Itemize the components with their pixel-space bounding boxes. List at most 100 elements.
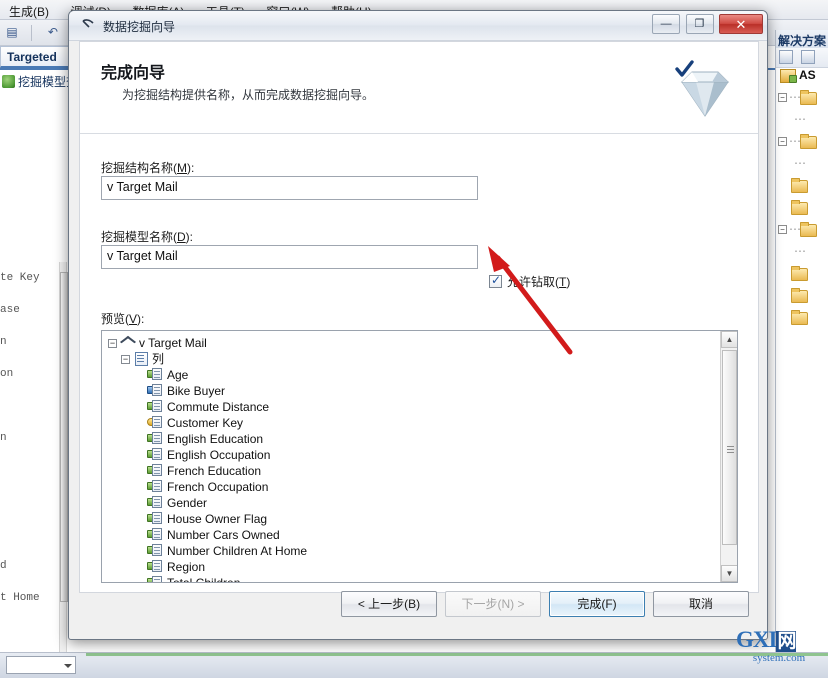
tree-row-column[interactable]: English Occupation [108,447,722,463]
tree-line: ⋯ [794,244,807,258]
tree-row-column[interactable]: Region [108,559,722,575]
bg-line-9: d [0,560,7,572]
tree-line: ⋯ [794,112,807,126]
expander-icon[interactable]: − [108,339,117,348]
preview-vertical-scrollbar[interactable]: ▲ ▼ [720,331,737,582]
column-label: Customer Key [167,416,244,430]
solution-tree-row[interactable] [776,178,828,200]
expander-icon[interactable]: − [121,355,130,364]
finish-button[interactable]: 完成(F) [549,591,645,617]
column-label: Gender [167,496,208,510]
tree-row-column[interactable]: French Occupation [108,479,722,495]
minimize-button[interactable]: — [652,14,681,34]
solution-tree-row[interactable]: − ⋯ [776,222,828,244]
tree-row-column[interactable]: Customer Key [108,415,722,431]
page-title: 完成向导 [101,65,166,82]
expander-icon[interactable]: − [778,93,787,102]
column-input-icon [147,576,162,582]
status-combo[interactable] [6,656,76,674]
solution-tree-row[interactable] [776,310,828,332]
column-input-icon [147,496,162,509]
model-name-label-prefix: 挖掘模型名称( [101,230,177,244]
tree-row-column[interactable]: Total Children [108,575,722,582]
cancel-button[interactable]: 取消 [653,591,749,617]
column-label: Number Cars Owned [167,528,280,542]
model-name-label-suffix: ): [185,230,194,244]
toolbar-separator [31,25,33,41]
drillthrough-checkbox[interactable]: 允许钻取(T) [489,273,570,290]
solution-tree-row[interactable]: ⋯ [776,244,828,266]
tree-root-label: v Target Mail [139,336,207,350]
window-controls[interactable]: — ❐ ✕ [651,14,763,35]
column-label: English Education [167,432,264,446]
preview-tree-panel[interactable]: − v Target Mail − 列 Age Bike Buyer Commute… [101,330,738,583]
tree-line: ⋯ [789,90,802,104]
tree-row-root[interactable]: − v Target Mail [108,335,722,351]
column-input-icon [147,560,162,573]
save-icon[interactable]: ▤ [4,24,20,40]
solution-explorer-panel[interactable]: 解决方案 AS − ⋯ ⋯ − ⋯ ⋯ − ⋯ ⋯ [775,30,828,652]
column-key-icon [147,416,162,429]
model-name-input[interactable]: v Target Mail [101,245,478,269]
watermark-line1: GXI网 [736,628,822,654]
solution-tree-row[interactable] [776,266,828,288]
tree-row-column[interactable]: Number Children At Home [108,543,722,559]
data-mining-wizard-dialog[interactable]: 数据挖掘向导 — ❐ ✕ 完成向导 为挖掘结构提供名称，从而完成数据挖掘向导。 … [68,10,768,640]
wizard-banner: 完成向导 为挖掘结构提供名称，从而完成数据挖掘向导。 [80,42,758,134]
bg-line-7 [0,486,66,518]
structure-name-input[interactable]: v Target Mail [101,176,478,200]
menu-item-0[interactable]: 生成(B) [0,0,58,19]
tree-row-column[interactable]: House Owner Flag [108,511,722,527]
expander-icon[interactable]: − [778,225,787,234]
preview-label: 预览(V): [101,310,144,327]
tree-row-column[interactable]: English Education [108,431,722,447]
column-label: English Occupation [167,448,271,462]
column-label: French Education [167,464,262,478]
column-label: Age [167,368,189,382]
project-icon [780,68,797,83]
undo-icon[interactable]: ↶ [45,24,61,40]
tree-row-column[interactable]: Number Cars Owned [108,527,722,543]
maximize-button[interactable]: ❐ [685,14,714,34]
solution-explorer-toolbar[interactable] [776,48,828,68]
dialog-title-bar[interactable]: 数据挖掘向导 — ❐ ✕ [69,11,767,41]
bg-line-0: te Key [0,272,40,284]
tree-row-column[interactable]: Bike Buyer [108,383,722,399]
watermark-g: G [736,627,754,652]
scroll-down-icon[interactable]: ▼ [721,565,737,582]
back-button[interactable]: < 上一步(B) [341,591,437,617]
dialog-footer: < 上一步(B) 下一步(N) > 完成(F) 取消 [69,591,769,639]
solution-tree-row[interactable] [776,200,828,222]
solution-root-row[interactable]: AS [776,68,828,90]
watermark-xi: XI [752,627,778,652]
designer-scrollbar-thumb[interactable] [60,272,68,602]
dialog-body: 完成向导 为挖掘结构提供名称，从而完成数据挖掘向导。 挖掘结构名称(M): v … [79,41,759,593]
column-label: House Owner Flag [167,512,268,526]
solution-tree-row[interactable]: − ⋯ [776,134,828,156]
solution-tree-row[interactable] [776,288,828,310]
expander-icon[interactable]: − [778,137,787,146]
model-name-accel: D [177,230,186,244]
solution-tree-row[interactable]: ⋯ [776,156,828,178]
tree-row-column[interactable]: Age [108,367,722,383]
tree-row-column[interactable]: Commute Distance [108,399,722,415]
checkbox-checked-icon[interactable] [489,273,502,288]
properties-icon[interactable] [779,50,793,64]
preview-tree[interactable]: − v Target Mail − 列 Age Bike Buyer Commute… [102,331,722,582]
preview-scrollbar-thumb[interactable] [722,350,737,545]
structure-name-label: 挖掘结构名称(M): [101,159,194,176]
tree-row-columns[interactable]: − 列 [108,351,722,367]
tree-row-column[interactable]: French Education [108,463,722,479]
solution-root-label: AS [799,68,816,82]
solution-tree-row[interactable]: ⋯ [776,112,828,134]
designer-vertical-scrollbar[interactable] [59,262,68,654]
status-bar [0,652,828,678]
refresh-icon[interactable] [801,50,816,64]
solution-tree-row[interactable]: − ⋯ [776,90,828,112]
tree-row-column[interactable]: Gender [108,495,722,511]
folder-icon [800,134,817,149]
preview-label-suffix: ): [137,312,145,326]
scroll-up-icon[interactable]: ▲ [721,331,737,348]
folder-icon [791,266,808,281]
close-button[interactable]: ✕ [719,14,763,34]
